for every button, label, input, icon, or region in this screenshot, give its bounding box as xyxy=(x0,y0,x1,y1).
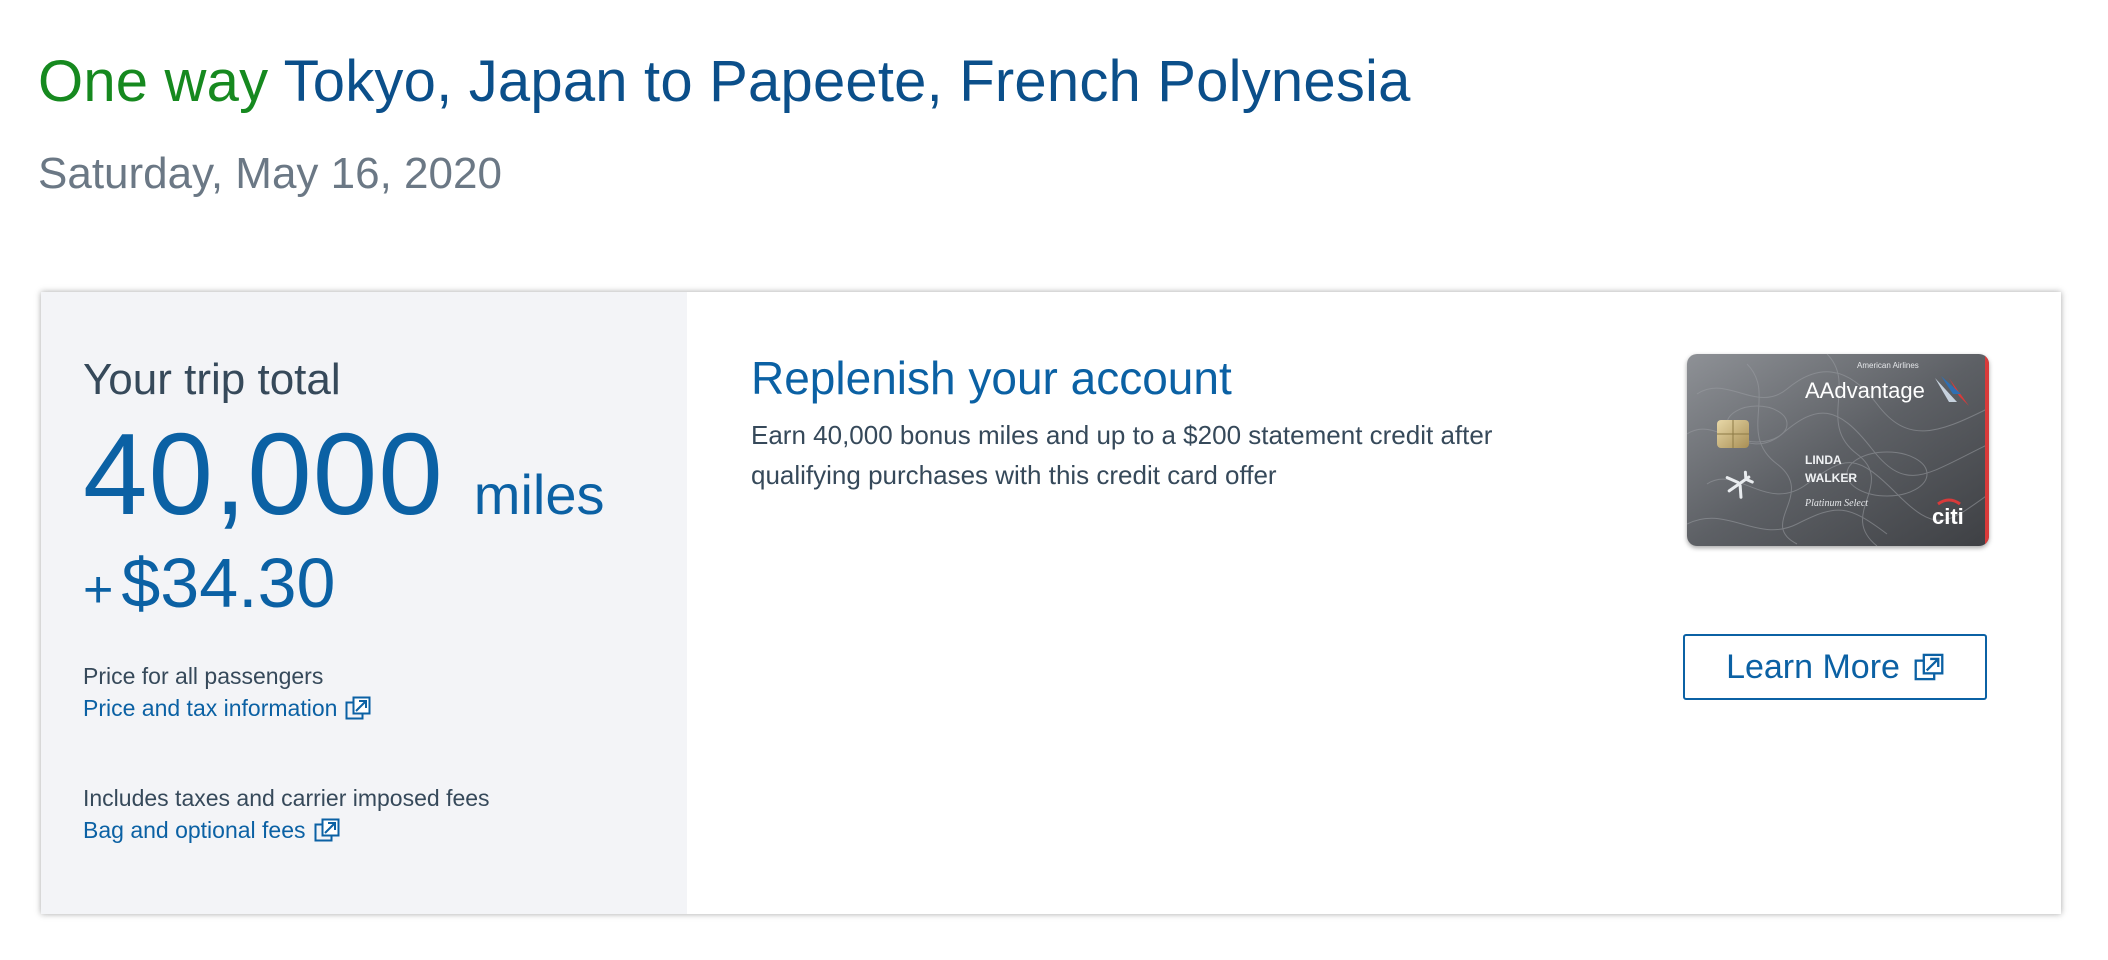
trip-type: One way xyxy=(38,49,269,114)
cash-total: + $34.30 xyxy=(83,538,687,628)
trip-total-panel: Your trip total 40,000 miles + $34.30 Pr… xyxy=(41,292,687,914)
external-link-icon xyxy=(314,818,340,842)
trip-total-label: Your trip total xyxy=(83,355,341,404)
trip-summary-card: Your trip total 40,000 miles + $34.30 Pr… xyxy=(41,292,2061,914)
page-title: One way Tokyo, Japan to Papeete, French … xyxy=(38,40,1411,124)
credit-card-image: American Airlines AAdvantage LINDA WALKE… xyxy=(1687,354,1989,546)
cash-plus: + xyxy=(83,561,114,619)
external-link-icon xyxy=(1914,653,1944,681)
page-header: One way Tokyo, Japan to Papeete, French … xyxy=(38,40,1411,204)
passengers-note: Price for all passengers xyxy=(83,663,324,689)
travel-date: Saturday, May 16, 2020 xyxy=(38,149,502,198)
card-holder-first: LINDA xyxy=(1805,453,1842,467)
price-tax-link-label: Price and tax information xyxy=(83,695,338,721)
card-program: AAdvantage xyxy=(1805,378,1925,403)
cash-amount: $34.30 xyxy=(121,544,336,622)
taxes-note: Includes taxes and carrier imposed fees xyxy=(83,785,490,811)
promo-title: Replenish your account xyxy=(751,352,1232,404)
miles-unit: miles xyxy=(473,463,605,526)
learn-more-button[interactable]: Learn More xyxy=(1683,634,1987,700)
price-tax-link[interactable]: Price and tax information xyxy=(83,692,371,724)
bag-fees-link-label: Bag and optional fees xyxy=(83,817,306,843)
bag-fees-link[interactable]: Bag and optional fees xyxy=(83,814,340,846)
card-issuer-small: American Airlines xyxy=(1857,361,1919,370)
card-holder-last: WALKER xyxy=(1805,471,1857,485)
card-bank-logo: citi xyxy=(1932,504,1964,529)
external-link-icon xyxy=(345,696,371,720)
miles-amount: 40,000 xyxy=(83,409,444,539)
miles-total: 40,000 miles xyxy=(83,414,687,534)
learn-more-label: Learn More xyxy=(1726,647,1900,686)
promo-panel: Replenish your account Earn 40,000 bonus… xyxy=(687,292,2061,914)
promo-text: Earn 40,000 bonus miles and up to a $200… xyxy=(751,420,1493,490)
card-tier: Platinum Select xyxy=(1804,498,1868,509)
route: Tokyo, Japan to Papeete, French Polynesi… xyxy=(283,49,1411,114)
